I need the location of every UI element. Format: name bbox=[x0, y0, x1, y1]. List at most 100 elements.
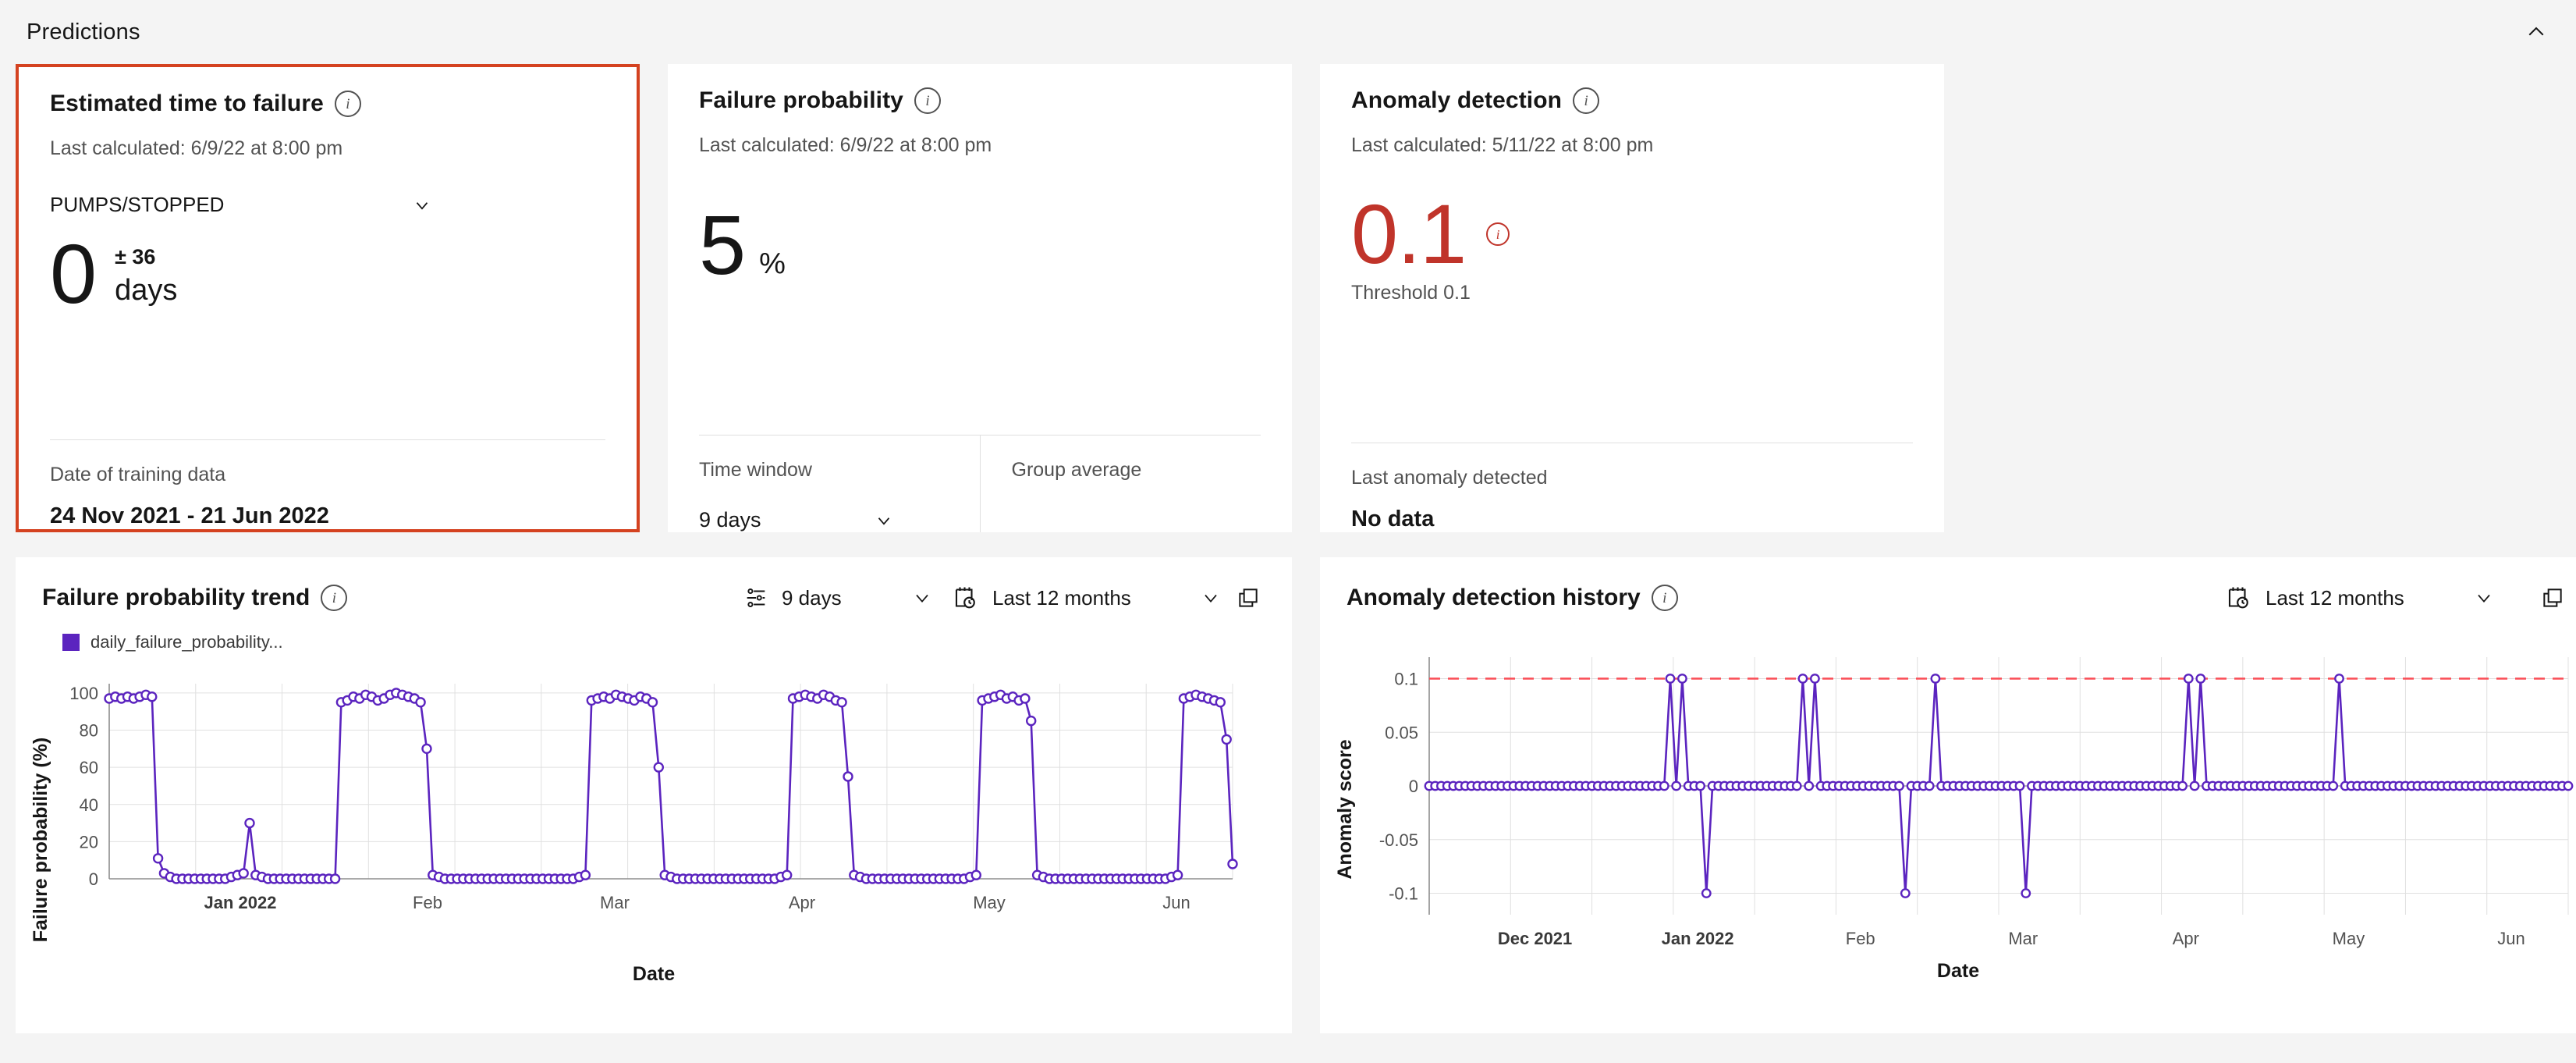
grid-lines bbox=[108, 684, 1233, 880]
anomaly-info-icon[interactable]: i bbox=[1486, 222, 1510, 247]
svg-text:-0.1: -0.1 bbox=[1389, 884, 1418, 904]
card-failure-probability[interactable]: Failure probability i Last calculated: 6… bbox=[668, 64, 1292, 532]
svg-text:Jan 2022: Jan 2022 bbox=[1662, 929, 1734, 948]
last-calculated-text: Last calculated: 6/9/22 at 8:00 pm bbox=[50, 137, 343, 159]
card-header: Estimated time to failure i bbox=[19, 67, 637, 117]
window-select-value: 9 days bbox=[782, 585, 842, 610]
card-footer: Date of training data 24 Nov 2021 - 21 J… bbox=[19, 440, 637, 529]
svg-text:0: 0 bbox=[89, 869, 98, 889]
group-average-label: Group average bbox=[1011, 459, 1142, 481]
x-axis-ticks: Jan 2022 Feb Mar Apr May Jun bbox=[204, 893, 1190, 912]
page-title: Predictions bbox=[27, 19, 140, 44]
predictions-section-header: Predictions bbox=[0, 0, 2576, 64]
svg-text:Apr: Apr bbox=[2173, 929, 2199, 948]
svg-text:60: 60 bbox=[80, 758, 98, 777]
card-title: Failure probability bbox=[699, 87, 903, 113]
calendar-clock-icon bbox=[2225, 584, 2253, 612]
last-anomaly-label: Last anomaly detected bbox=[1351, 467, 1548, 489]
sliders-icon bbox=[743, 585, 769, 611]
calendar-clock-icon bbox=[952, 584, 980, 612]
svg-text:Apr: Apr bbox=[789, 893, 815, 912]
card-footer: Last anomaly detected No data bbox=[1320, 443, 1944, 532]
chart-title: Failure probability trend bbox=[42, 585, 310, 610]
legend-label: daily_failure_probability... bbox=[90, 632, 283, 652]
fp-unit: % bbox=[759, 247, 786, 280]
fp-value: 5 bbox=[699, 197, 746, 292]
y-axis-ticks: 0.1 0.05 0 -0.05 -0.1 bbox=[1379, 670, 1418, 904]
info-icon[interactable]: i bbox=[914, 87, 941, 114]
chart-card-anomaly-detection-history: Anomaly detection history i Last 12 mont… bbox=[1320, 557, 2576, 1033]
prediction-cards-row: Estimated time to failure i Last calcula… bbox=[0, 64, 2576, 540]
chevron-down-icon bbox=[911, 587, 933, 609]
chart-toolbar: 9 days Last 12 months bbox=[733, 581, 1265, 615]
info-icon[interactable]: i bbox=[321, 585, 348, 611]
chart-card-failure-probability-trend: Failure probability trend i 9 days Last … bbox=[16, 557, 1292, 1033]
anomaly-history-svg: Anomaly score 0.1 0.05 0 -0.05 -0.1 Dec 2021… bbox=[1334, 657, 2574, 948]
card-estimated-time-to-failure[interactable]: Estimated time to failure i Last calcula… bbox=[16, 64, 640, 532]
ad-threshold: Threshold 0.1 bbox=[1351, 282, 1471, 304]
svg-text:Mar: Mar bbox=[2008, 929, 2038, 948]
chart-toolbar: Last 12 months bbox=[2216, 581, 2570, 615]
chart-header: Anomaly detection history i Last 12 mont… bbox=[1320, 557, 2576, 615]
etf-metric: 0 ± 36 days bbox=[50, 226, 605, 321]
x-axis-ticks: Dec 2021 Jan 2022 Feb Mar Apr May Jun bbox=[1498, 929, 2525, 948]
anomaly-history-plot: Anomaly score 0.1 0.05 0 -0.05 -0.1 Dec 2021… bbox=[1320, 642, 2576, 983]
card-title: Estimated time to failure bbox=[50, 91, 324, 116]
svg-text:May: May bbox=[973, 893, 1006, 912]
legend-swatch bbox=[62, 634, 80, 651]
chart-legend: daily_failure_probability... bbox=[16, 615, 1292, 652]
window-select[interactable]: 9 days bbox=[733, 585, 942, 611]
failure-probability-plot: Failure probability (%) 0 20 40 60 80 100 Jan… bbox=[16, 652, 1292, 986]
x-axis-title: Date bbox=[632, 963, 676, 985]
svg-text:Mar: Mar bbox=[600, 893, 630, 912]
chevron-down-icon bbox=[1200, 587, 1222, 609]
card-header: Failure probability i bbox=[668, 64, 1292, 114]
x-axis-title: Date bbox=[1936, 960, 1980, 982]
svg-text:40: 40 bbox=[80, 795, 98, 815]
svg-text:80: 80 bbox=[80, 721, 98, 741]
y-axis-title: Anomaly score bbox=[1334, 739, 1356, 879]
info-icon[interactable]: i bbox=[1651, 585, 1678, 611]
card-footer: Time window 9 days Group average bbox=[668, 436, 1292, 532]
failure-probability-svg: Failure probability (%) 0 20 40 60 80 100 Jan… bbox=[30, 684, 1238, 943]
y-axis-title: Failure probability (%) bbox=[30, 738, 51, 943]
card-anomaly-detection[interactable]: Anomaly detection i Last calculated: 5/1… bbox=[1320, 64, 1944, 532]
last-anomaly-value: No data bbox=[1351, 507, 1435, 532]
chevron-up-icon[interactable] bbox=[2523, 19, 2549, 45]
group-average-col: Group average bbox=[979, 436, 1293, 532]
svg-text:Jun: Jun bbox=[1162, 893, 1190, 912]
date-range-select[interactable]: Last 12 months bbox=[2216, 584, 2504, 612]
time-window-select[interactable]: 9 days bbox=[699, 508, 894, 532]
ad-value: 0.1 bbox=[1351, 187, 1467, 281]
svg-text:0.1: 0.1 bbox=[1394, 670, 1418, 689]
series-line bbox=[108, 691, 1234, 880]
asset-select[interactable]: PUMPS/STOPPED bbox=[50, 193, 432, 217]
svg-text:0: 0 bbox=[1409, 777, 1418, 796]
card-body: 5 % bbox=[668, 157, 1292, 435]
date-range-select[interactable]: Last 12 months bbox=[942, 584, 1231, 612]
chevron-down-icon bbox=[874, 510, 894, 531]
info-icon[interactable]: i bbox=[1573, 87, 1600, 114]
series-points bbox=[104, 688, 1238, 884]
svg-text:Dec 2021: Dec 2021 bbox=[1498, 929, 1572, 948]
svg-text:0.05: 0.05 bbox=[1385, 723, 1418, 742]
chart-header: Failure probability trend i 9 days Last … bbox=[16, 557, 1292, 615]
svg-text:Jun: Jun bbox=[2497, 929, 2525, 948]
charts-row: Failure probability trend i 9 days Last … bbox=[0, 540, 2576, 1033]
date-range-value: Last 12 months bbox=[992, 585, 1131, 610]
training-data-label: Date of training data bbox=[50, 464, 226, 485]
etf-value: 0 bbox=[50, 226, 97, 321]
svg-text:-0.05: -0.05 bbox=[1379, 830, 1418, 850]
time-window-col: Time window 9 days bbox=[668, 436, 980, 532]
copy-icon[interactable] bbox=[2535, 581, 2570, 615]
fp-metric: 5 % bbox=[699, 197, 1261, 292]
card-header: Anomaly detection i bbox=[1320, 64, 1944, 114]
asset-select-value: PUMPS/STOPPED bbox=[50, 193, 225, 216]
info-icon[interactable]: i bbox=[334, 91, 361, 117]
svg-text:Feb: Feb bbox=[413, 893, 442, 912]
card-body: 0.1 i Threshold 0.1 bbox=[1320, 157, 1944, 443]
card-body: PUMPS/STOPPED 0 ± 36 days bbox=[19, 160, 637, 439]
copy-icon[interactable] bbox=[1231, 581, 1265, 615]
svg-text:100: 100 bbox=[69, 684, 98, 703]
svg-text:May: May bbox=[2333, 929, 2365, 948]
